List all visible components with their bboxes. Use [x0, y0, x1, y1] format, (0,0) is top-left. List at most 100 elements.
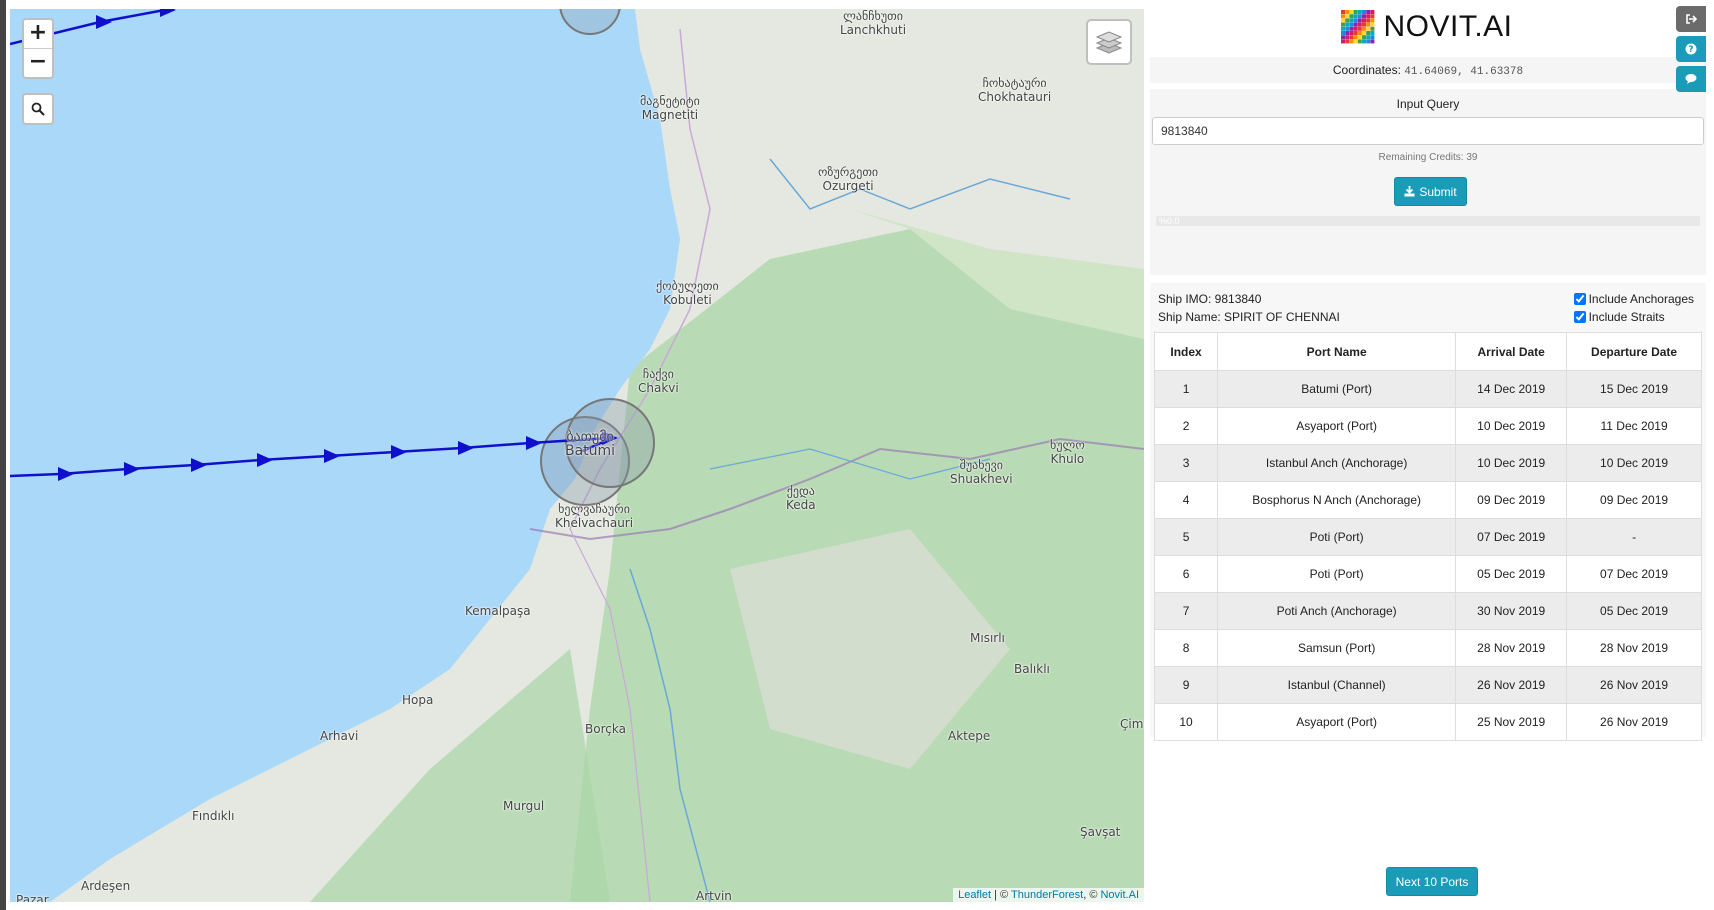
help-button[interactable]: ?	[1676, 36, 1706, 62]
cell-arrival-date: 30 Nov 2019	[1455, 592, 1568, 630]
thunderforest-link[interactable]: ThunderForest	[1011, 889, 1083, 901]
place-label: Aktepe	[948, 729, 991, 743]
cell-index: 3	[1153, 444, 1219, 482]
logo: NOVIT.AI	[1148, 10, 1706, 44]
place-label: ოზურგეთი Ozurgeti	[818, 165, 879, 193]
ship-name: Ship Name: SPIRIT OF CHENNAI	[1158, 310, 1340, 324]
cell-port-name: Samsun (Port)	[1217, 629, 1457, 667]
zoom-in-button[interactable]: +	[24, 20, 52, 48]
header-departure-date: Departure Date	[1566, 332, 1702, 371]
table-row[interactable]: 3 Istanbul Anch (Anchorage) 10 Dec 2019 10 …	[1153, 444, 1702, 482]
query-label: Input Query	[1396, 97, 1460, 111]
logout-button[interactable]	[1676, 6, 1706, 32]
query-form: Input Query Remaining Credits: 39 Submit…	[1150, 89, 1706, 275]
place-label: Kemalpaşa	[465, 604, 531, 618]
place-label: ლანჩხუთი Lanchkhuti	[840, 9, 907, 37]
cell-departure-date: 15 Dec 2019	[1566, 370, 1702, 408]
place-label: Şavşat	[1080, 825, 1121, 839]
table-row[interactable]: 4 Bosphorus N Anch (Anchorage) 09 Dec 2019…	[1153, 481, 1702, 519]
filter-options: Include Anchorages Include Straits	[1573, 290, 1694, 326]
place-label: Mısırlı	[970, 631, 1005, 645]
include-anchorages-checkbox[interactable]	[1573, 293, 1586, 305]
header-arrival-date: Arrival Date	[1455, 332, 1568, 371]
table-row[interactable]: 5 Poti (Port) 07 Dec 2019-	[1153, 518, 1702, 556]
place-label: ქედა Keda	[786, 484, 816, 512]
cell-index: 10	[1153, 703, 1219, 741]
place-label: Borçka	[585, 722, 626, 736]
cell-departure-date: -	[1566, 518, 1702, 556]
cell-port-name: Istanbul (Channel)	[1217, 666, 1457, 704]
place-label: ჩაქვი Chakvi	[638, 367, 679, 395]
cell-port-name: Poti (Port)	[1217, 555, 1457, 593]
cell-index: 8	[1153, 629, 1219, 667]
query-input[interactable]	[1152, 117, 1704, 145]
search-icon	[31, 102, 45, 116]
layers-button[interactable]	[1086, 19, 1132, 65]
map-search-button[interactable]	[22, 93, 54, 125]
cell-index: 5	[1153, 518, 1219, 556]
cell-index: 1	[1153, 370, 1219, 408]
place-label: Murgul	[503, 799, 545, 813]
query-panel: NOVIT.AI Coordinates: 41.64069, 41.63378…	[1148, 0, 1706, 910]
include-straits-option[interactable]: Include Straits	[1573, 308, 1694, 326]
place-label: ბათუმი Batumi	[565, 429, 616, 459]
leaflet-link[interactable]: Leaflet	[958, 889, 991, 901]
ship-info: Ship IMO: 9813840 Ship Name: SPIRIT OF C…	[1158, 290, 1340, 326]
ship-imo: Ship IMO: 9813840	[1158, 292, 1262, 306]
place-label: Fındıklı	[192, 809, 235, 823]
place-label: Ardeşen	[81, 879, 131, 893]
include-anchorages-option[interactable]: Include Anchorages	[1573, 290, 1694, 308]
table-row[interactable]: 8 Samsun (Port) 28 Nov 2019 28 Nov 2019	[1153, 629, 1702, 667]
cell-departure-date: 28 Nov 2019	[1566, 629, 1702, 667]
place-label: ხულო Khulo	[1050, 438, 1085, 466]
cell-arrival-date: 25 Nov 2019	[1455, 703, 1568, 741]
submit-button[interactable]: Submit	[1394, 177, 1467, 206]
cell-departure-date: 26 Nov 2019	[1566, 703, 1702, 741]
next-10-ports-button[interactable]: Next 10 Ports	[1386, 867, 1478, 896]
svg-text:?: ?	[1688, 45, 1693, 55]
place-label: Balıklı	[1014, 662, 1050, 676]
attribution-separator: | ©	[991, 889, 1012, 901]
place-label: Arhavi	[320, 729, 359, 743]
place-label: ქობულეთი Kobuleti	[656, 279, 719, 307]
coordinates-value: 41.64069, 41.63378	[1404, 66, 1524, 78]
table-row[interactable]: 9 Istanbul (Channel) 26 Nov 2019 26 Nov 201…	[1153, 666, 1702, 704]
submit-label: Submit	[1419, 184, 1457, 199]
table-row[interactable]: 1 Batumi (Port) 14 Dec 2019 15 Dec 2019	[1153, 370, 1702, 408]
logo-grid-icon	[1341, 10, 1375, 44]
window-edge	[0, 0, 6, 910]
cell-departure-date: 11 Dec 2019	[1566, 407, 1702, 445]
cell-departure-date: 10 Dec 2019	[1566, 444, 1702, 482]
cell-port-name: Bosphorus N Anch (Anchorage)	[1217, 481, 1457, 519]
header-index: Index	[1153, 332, 1219, 371]
cell-arrival-date: 26 Nov 2019	[1455, 666, 1568, 704]
table-row[interactable]: 10 Asyaport (Port) 25 Nov 2019 26 Nov 2019	[1153, 703, 1702, 741]
chat-button[interactable]	[1676, 66, 1706, 92]
progress-bar: %0.0	[1156, 216, 1700, 226]
layers-icon	[1095, 31, 1123, 54]
map-view[interactable]: ლანჩხუთი Lanchkhuti ჩოხატაური Chokhataur…	[10, 9, 1144, 902]
ports-table: Index Port Name Arrival Date Departure D…	[1153, 332, 1702, 741]
table-row[interactable]: 7 Poti Anch (Anchorage) 30 Nov 2019 05 Dec …	[1153, 592, 1702, 630]
cell-departure-date: 26 Nov 2019	[1566, 666, 1702, 704]
place-label: შუახევი Shuakhevi	[950, 458, 1013, 486]
cell-port-name: Asyaport (Port)	[1217, 703, 1457, 741]
place-label: ხელვაჩაური Khelvachauri	[555, 502, 634, 530]
cell-arrival-date: 09 Dec 2019	[1455, 481, 1568, 519]
include-straits-label: Include Straits	[1588, 310, 1665, 324]
novit-link[interactable]: Novit.AI	[1100, 889, 1139, 901]
include-straits-checkbox[interactable]	[1573, 311, 1586, 323]
table-row[interactable]: 2 Asyaport (Port) 10 Dec 2019 11 Dec 2019	[1153, 407, 1702, 445]
table-row[interactable]: 6 Poti (Port) 05 Dec 2019 07 Dec 2019	[1153, 555, 1702, 593]
remaining-credits: Remaining Credits: 39	[1378, 152, 1478, 163]
place-label: Hopa	[402, 693, 434, 707]
zoom-out-button[interactable]: −	[24, 48, 52, 76]
cell-index: 6	[1153, 555, 1219, 593]
comment-icon	[1685, 74, 1697, 84]
place-label: მაგნეტიტი Magnetiti	[640, 94, 700, 122]
cell-port-name: Istanbul Anch (Anchorage)	[1217, 444, 1457, 482]
cell-arrival-date: 10 Dec 2019	[1455, 407, 1568, 445]
place-label: Çim	[1120, 717, 1144, 731]
cell-departure-date: 05 Dec 2019	[1566, 592, 1702, 630]
cell-port-name: Asyaport (Port)	[1217, 407, 1457, 445]
